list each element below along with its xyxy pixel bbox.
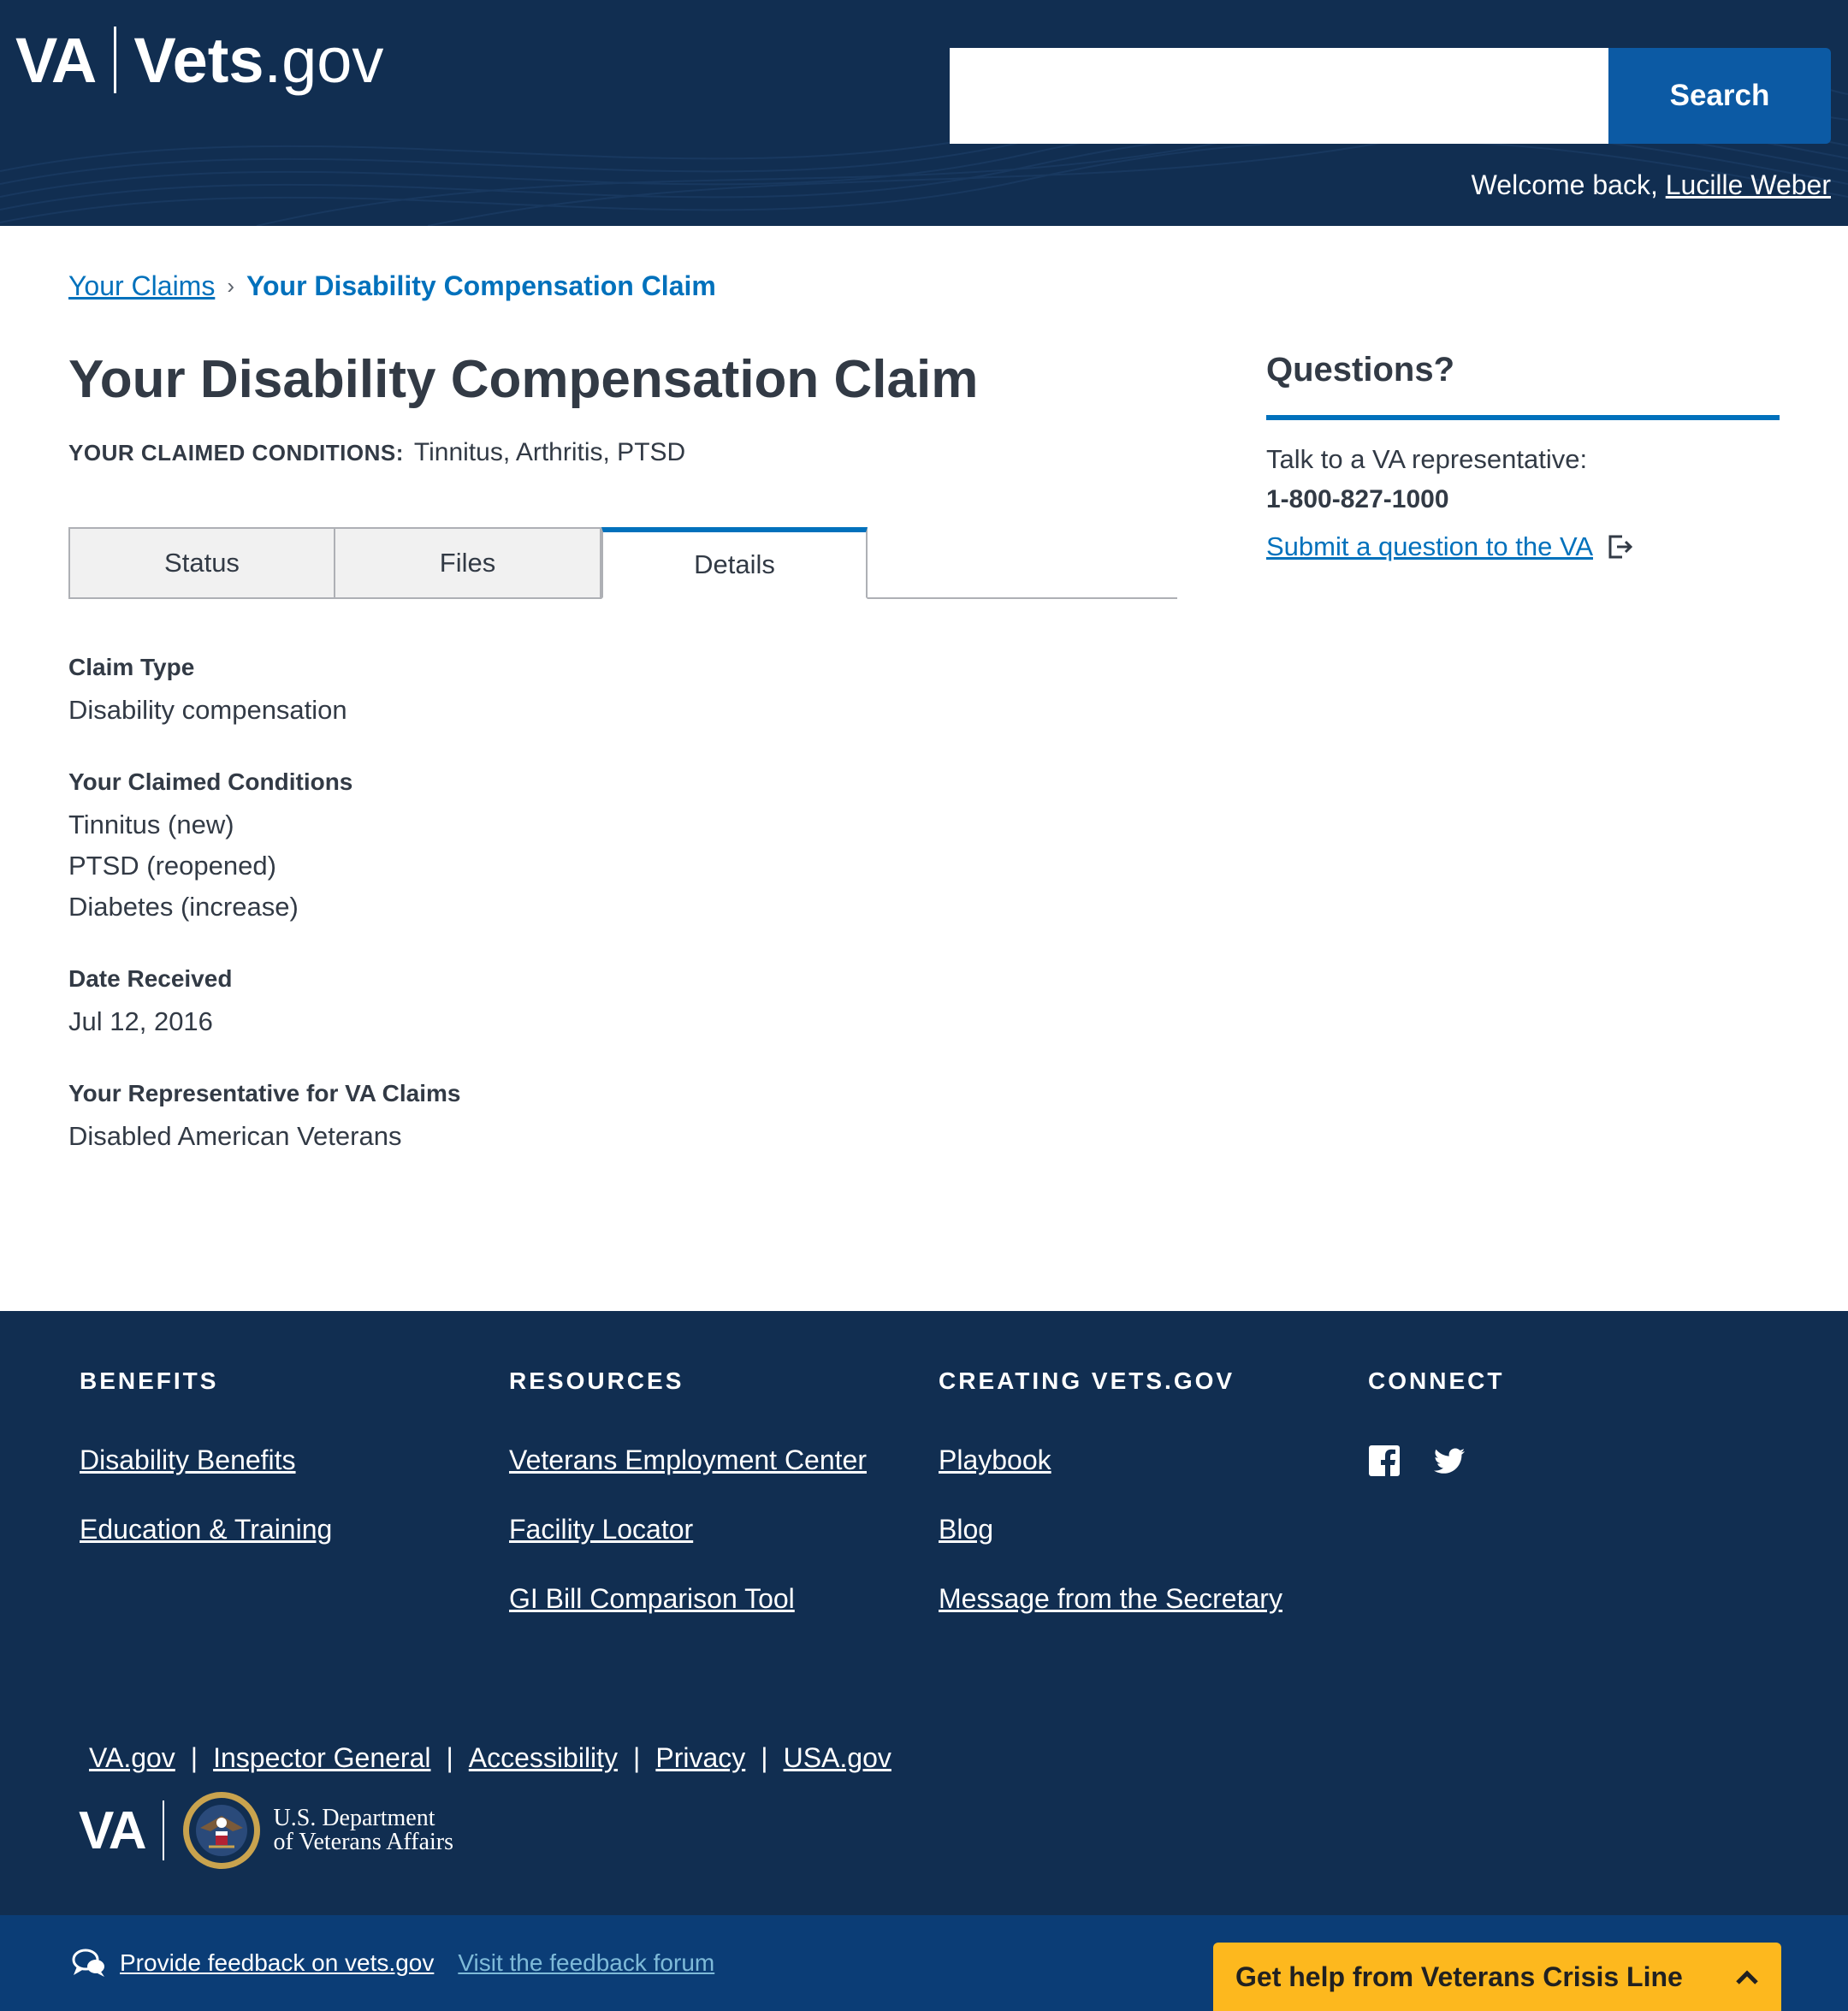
claim-type-group: Claim Type Disability compensation bbox=[68, 654, 461, 731]
vets-gov-logo[interactable]: VA Vets .gov bbox=[15, 17, 383, 103]
phone-number: 1-800-827-1000 bbox=[1266, 485, 1449, 513]
claimed-conditions-label: YOUR CLAIMED CONDITIONS: bbox=[68, 440, 404, 466]
footer-column-benefits: BENEFITS Disability Benefits Education &… bbox=[80, 1367, 332, 1583]
logo-gov-text: .gov bbox=[264, 24, 384, 96]
footer-link[interactable]: Education & Training bbox=[80, 1514, 332, 1545]
submit-question: Submit a question to the VA bbox=[1266, 531, 1780, 562]
welcome-prefix: Welcome back, bbox=[1471, 169, 1666, 200]
feedback-bubble-icon bbox=[72, 1949, 104, 1977]
logo-vets-text: Vets bbox=[133, 24, 264, 96]
footer-link[interactable]: Blog bbox=[939, 1514, 1282, 1545]
feedback-links: Provide feedback on vets.gov Visit the f… bbox=[72, 1948, 714, 1978]
submit-question-link[interactable]: Submit a question to the VA bbox=[1266, 531, 1593, 562]
chevron-up-icon bbox=[1736, 1970, 1758, 1984]
legal-link[interactable]: Accessibility bbox=[469, 1742, 618, 1774]
external-link-icon bbox=[1608, 535, 1632, 559]
legal-separator: | bbox=[761, 1742, 768, 1773]
breadcrumb-your-claims[interactable]: Your Claims bbox=[68, 270, 215, 302]
legal-link[interactable]: USA.gov bbox=[784, 1742, 891, 1774]
social-links bbox=[1368, 1444, 1504, 1477]
legal-separator: | bbox=[446, 1742, 453, 1773]
representative-label: Your Representative for VA Claims bbox=[68, 1080, 461, 1106]
provide-feedback-link[interactable]: Provide feedback on vets.gov bbox=[120, 1949, 434, 1977]
footer-column-connect: CONNECT bbox=[1368, 1367, 1504, 1477]
breadcrumb-current[interactable]: Your Disability Compensation Claim bbox=[246, 270, 716, 302]
footer-link[interactable]: Disability Benefits bbox=[80, 1444, 332, 1476]
tab-details[interactable]: Details bbox=[601, 527, 868, 599]
claimed-conditions-summary: YOUR CLAIMED CONDITIONS: Tinnitus, Arthri… bbox=[68, 438, 685, 467]
logo-va-text: VA bbox=[15, 24, 97, 96]
date-received-group: Date Received Jul 12, 2016 bbox=[68, 965, 461, 1042]
legal-link[interactable]: VA.gov bbox=[89, 1742, 175, 1774]
claim-type-label: Claim Type bbox=[68, 654, 195, 680]
footer-column-resources: RESOURCES Veterans Employment Center Fac… bbox=[509, 1367, 867, 1652]
footer-link[interactable]: Playbook bbox=[939, 1444, 1282, 1476]
legal-link[interactable]: Inspector General bbox=[213, 1742, 430, 1774]
va-department-logo[interactable]: VA U.S. Department of Veterans Affairs bbox=[79, 1790, 453, 1871]
logo-divider bbox=[114, 27, 117, 93]
condition-item: Tinnitus (new) bbox=[68, 810, 234, 839]
talk-to-rep-text: Talk to a VA representative: bbox=[1266, 444, 1588, 474]
footer-link[interactable]: Veterans Employment Center bbox=[509, 1444, 867, 1476]
welcome-message: Welcome back, Lucille Weber bbox=[1472, 169, 1831, 201]
condition-item: Diabetes (increase) bbox=[68, 892, 299, 922]
va-brand-text: VA bbox=[79, 1800, 147, 1860]
tab-files[interactable]: Files bbox=[334, 527, 601, 599]
questions-heading: Questions? bbox=[1266, 351, 1780, 420]
footer-heading: BENEFITS bbox=[80, 1367, 219, 1394]
department-line-1: U.S. Department bbox=[273, 1805, 435, 1831]
user-name-link[interactable]: Lucille Weber bbox=[1666, 169, 1831, 200]
legal-separator: | bbox=[190, 1742, 198, 1773]
breadcrumb: Your Claims › Your Disability Compensati… bbox=[68, 270, 716, 302]
site-footer: BENEFITS Disability Benefits Education &… bbox=[0, 1311, 1848, 1915]
claim-tabs: Status Files Details bbox=[68, 527, 1177, 599]
department-name: U.S. Department of Veterans Affairs bbox=[274, 1806, 453, 1854]
va-seal-icon bbox=[182, 1792, 260, 1869]
representative-value: Disabled American Veterans bbox=[68, 1121, 402, 1151]
footer-heading: CONNECT bbox=[1368, 1367, 1505, 1394]
search-input[interactable] bbox=[950, 48, 1608, 144]
legal-separator: | bbox=[633, 1742, 641, 1773]
legal-links: VA.gov | Inspector General | Accessibility… bbox=[89, 1742, 891, 1774]
questions-sidebar: Questions? Talk to a VA representative: … bbox=[1266, 351, 1780, 562]
claim-details: Claim Type Disability compensation Your … bbox=[68, 654, 461, 1195]
footer-column-creating: CREATING VETS.GOV Playbook Blog Message … bbox=[939, 1367, 1282, 1652]
claim-type-value: Disability compensation bbox=[68, 695, 347, 725]
footer-link[interactable]: Facility Locator bbox=[509, 1514, 867, 1545]
twitter-icon[interactable] bbox=[1433, 1444, 1466, 1477]
footer-heading: CREATING VETS.GOV bbox=[939, 1367, 1235, 1394]
legal-link[interactable]: Privacy bbox=[655, 1742, 745, 1774]
crisis-line-button[interactable]: Get help from Veterans Crisis Line bbox=[1213, 1943, 1781, 2011]
site-header: VA Vets .gov Search Welcome back, Lucill… bbox=[0, 0, 1848, 226]
claimed-conditions-value: Tinnitus, Arthritis, PTSD bbox=[413, 438, 686, 466]
tab-status[interactable]: Status bbox=[68, 527, 335, 599]
department-line-2: of Veterans Affairs bbox=[273, 1829, 453, 1855]
page-title: Your Disability Compensation Claim bbox=[68, 350, 979, 409]
date-received-label: Date Received bbox=[68, 965, 233, 992]
facebook-icon[interactable] bbox=[1368, 1444, 1401, 1477]
footer-link[interactable]: GI Bill Comparison Tool bbox=[509, 1583, 867, 1615]
condition-item: PTSD (reopened) bbox=[68, 851, 276, 881]
representative-group: Your Representative for VA Claims Disabl… bbox=[68, 1080, 461, 1157]
claimed-conditions-heading: Your Claimed Conditions bbox=[68, 768, 353, 795]
footer-heading: RESOURCES bbox=[509, 1367, 684, 1394]
date-received-value: Jul 12, 2016 bbox=[68, 1006, 213, 1036]
search-button[interactable]: Search bbox=[1608, 48, 1831, 144]
claimed-conditions-group: Your Claimed Conditions Tinnitus (new) P… bbox=[68, 768, 461, 928]
footer-link[interactable]: Message from the Secretary bbox=[939, 1583, 1282, 1615]
feedback-forum-link[interactable]: Visit the feedback forum bbox=[458, 1949, 714, 1977]
brand-divider bbox=[162, 1800, 164, 1860]
breadcrumb-separator-icon: › bbox=[227, 273, 234, 299]
feedback-bar: Provide feedback on vets.gov Visit the f… bbox=[0, 1915, 1848, 2011]
crisis-line-label: Get help from Veterans Crisis Line bbox=[1235, 1961, 1683, 1992]
